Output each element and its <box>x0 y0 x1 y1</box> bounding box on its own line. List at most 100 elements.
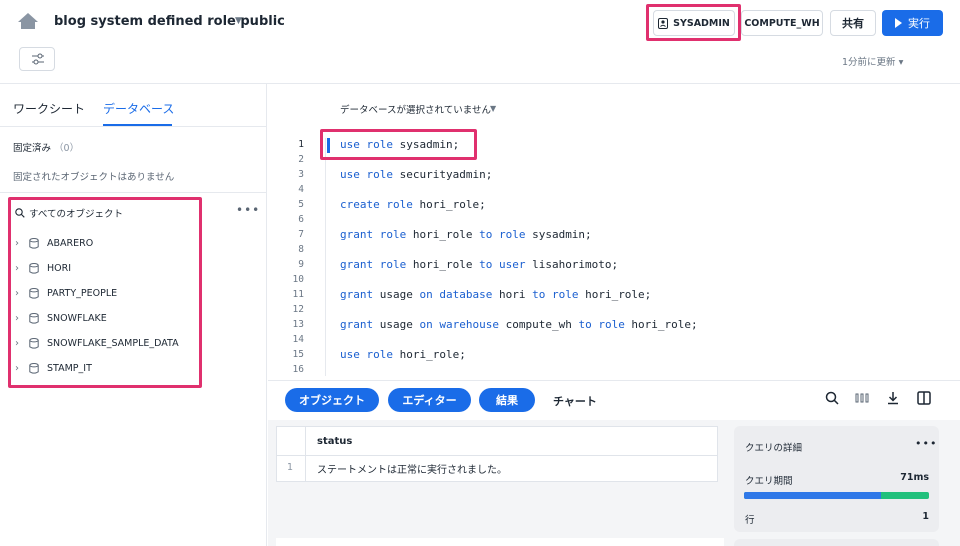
chevron-down-icon[interactable]: ▼ <box>490 104 496 113</box>
database-label: STAMP_IT <box>47 363 92 374</box>
chevron-right-icon[interactable]: › <box>15 313 27 324</box>
sql-token: compute_wh <box>498 318 579 331</box>
sql-token: usage <box>373 288 420 301</box>
line-number: 5 <box>298 199 304 210</box>
code-line[interactable]: grant role hori_role to user lisahorimot… <box>340 257 698 287</box>
top-bar: blog system defined role public ▼ SYSADM… <box>0 0 960 84</box>
code-editor[interactable]: use role sysadmin; use role securityadmin… <box>340 137 698 377</box>
code-line[interactable]: grant usage on database hori to role hor… <box>340 287 698 317</box>
line-number: 14 <box>292 334 304 345</box>
line-number: 16 <box>292 364 304 375</box>
run-label: 実行 <box>908 17 930 30</box>
line-number: 2 <box>298 154 304 165</box>
split-view-icon[interactable] <box>917 391 931 405</box>
download-icon[interactable] <box>886 391 900 405</box>
tab-divider <box>0 126 267 127</box>
sql-token: sysadmin; <box>525 228 592 241</box>
row-index: 1 <box>287 462 294 473</box>
code-line[interactable]: create role hori_role; <box>340 197 698 227</box>
code-line[interactable]: use role hori_role; <box>340 347 698 377</box>
warehouse-selector-button[interactable]: COMPUTE_WH <box>741 10 823 36</box>
column-header-status[interactable]: status <box>317 436 352 447</box>
line-number: 10 <box>292 274 304 285</box>
database-selector[interactable]: データベースが選択されていません <box>340 102 491 116</box>
database-label: ABARERO <box>47 238 94 249</box>
share-button[interactable]: 共有 <box>830 10 876 36</box>
line-number: 13 <box>292 319 304 330</box>
role-label: SYSADMIN <box>673 17 730 29</box>
database-label: PARTY_PEOPLE <box>47 288 118 299</box>
run-button[interactable]: 実行 <box>882 10 943 36</box>
code-line[interactable]: use role sysadmin; <box>340 137 698 167</box>
sql-keyword: to role <box>479 228 526 241</box>
database-item[interactable]: › HORI <box>15 256 179 281</box>
tab-editor[interactable]: エディター <box>388 388 471 412</box>
home-icon[interactable] <box>17 12 39 30</box>
database-item[interactable]: › STAMP_IT <box>15 356 179 381</box>
chevron-right-icon[interactable]: › <box>15 288 27 299</box>
search-icon <box>15 208 25 218</box>
role-selector-button[interactable]: SYSADMIN <box>653 10 735 36</box>
sql-keyword: to user <box>479 258 526 271</box>
line-number: 11 <box>292 289 304 300</box>
database-item[interactable]: › PARTY_PEOPLE <box>15 281 179 306</box>
detail-card-next <box>734 539 939 546</box>
index-column-divider <box>305 427 306 481</box>
sql-token: sysadmin; <box>392 138 460 151</box>
sql-keyword: to role <box>532 288 579 301</box>
line-number: 7 <box>298 229 304 240</box>
sql-keyword: create role <box>340 198 413 211</box>
results-table: status 1 ステートメントは正常に実行されました。 <box>276 426 718 482</box>
database-item[interactable]: › SNOWFLAKE_SAMPLE_DATA <box>15 331 179 356</box>
table-cell-status[interactable]: ステートメントは正常に実行されました。 <box>317 461 507 476</box>
database-icon <box>29 313 39 324</box>
tab-objects[interactable]: オブジェクト <box>285 388 379 412</box>
chevron-right-icon[interactable]: › <box>15 363 27 374</box>
filter-settings-button[interactable] <box>19 47 55 71</box>
database-icon <box>29 238 39 249</box>
query-duration-value: 71ms <box>900 472 929 483</box>
database-label: HORI <box>47 263 72 274</box>
line-number: 8 <box>298 244 304 255</box>
database-icon <box>29 338 39 349</box>
object-search[interactable]: すべてのオブジェクト <box>15 206 123 220</box>
rows-label: 行 <box>745 515 755 526</box>
sql-token: hori_role; <box>412 198 486 211</box>
search-icon[interactable] <box>825 391 839 405</box>
line-number: 1 <box>298 139 304 150</box>
duration-bar <box>744 492 929 499</box>
tab-results[interactable]: 結果 <box>479 388 535 412</box>
sql-keyword: to role <box>578 318 625 331</box>
sql-keyword: grant role <box>340 228 407 241</box>
database-item[interactable]: › SNOWFLAKE <box>15 306 179 331</box>
database-item[interactable]: › ABARERO <box>15 231 179 256</box>
line-number: 3 <box>298 169 304 180</box>
code-line[interactable]: use role securityadmin; <box>340 167 698 197</box>
sql-keyword: grant role <box>340 258 407 271</box>
code-line[interactable]: grant role hori_role to role sysadmin; <box>340 227 698 257</box>
sql-token: securityadmin; <box>392 168 493 181</box>
chevron-right-icon[interactable]: › <box>15 338 27 349</box>
query-details-card: クエリの詳細 ••• クエリ期間 71ms 行 1 <box>734 426 939 532</box>
last-updated-text[interactable]: 1分前に更新 ▾ <box>842 54 903 68</box>
current-line-indicator <box>327 138 330 153</box>
tab-worksheets[interactable]: ワークシート <box>13 100 85 117</box>
title-caret-icon[interactable]: ▼ <box>235 16 242 26</box>
more-options-icon[interactable]: ••• <box>915 437 937 450</box>
sql-keyword: on warehouse <box>419 318 499 331</box>
sql-keyword: use role <box>340 168 393 181</box>
database-label: SNOWFLAKE_SAMPLE_DATA <box>47 338 179 349</box>
worksheet-title[interactable]: blog system defined role public <box>54 14 285 29</box>
more-options-icon[interactable]: ••• <box>236 203 260 217</box>
sql-keyword: use role <box>340 348 393 361</box>
chevron-right-icon[interactable]: › <box>15 238 27 249</box>
chevron-right-icon[interactable]: › <box>15 263 27 274</box>
sql-token: hori_role; <box>578 288 652 301</box>
columns-icon[interactable] <box>855 391 869 405</box>
line-number: 6 <box>298 214 304 225</box>
code-line[interactable]: grant usage on warehouse compute_wh to r… <box>340 317 698 347</box>
rows-value: 1 <box>922 511 929 522</box>
duration-bar-fill <box>744 492 881 499</box>
tab-chart[interactable]: チャート <box>553 393 597 409</box>
tab-databases[interactable]: データベース <box>103 100 174 117</box>
